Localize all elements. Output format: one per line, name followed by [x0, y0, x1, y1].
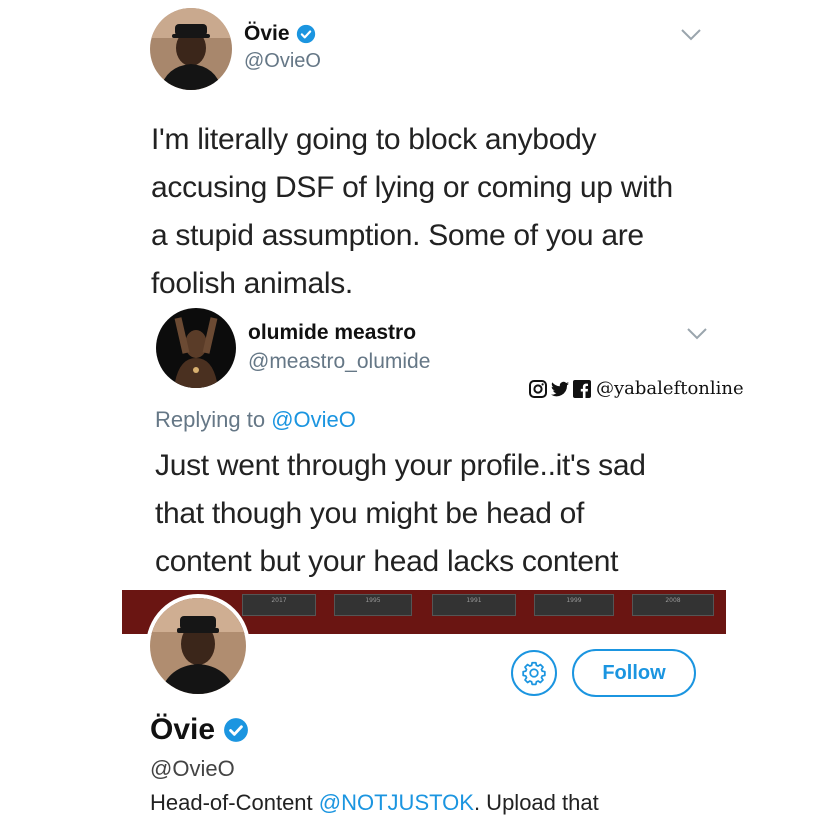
tweet-card-olumide: olumide meastro @meastro_olumide Replyin…: [130, 305, 720, 590]
profile-display-name: Övie: [150, 713, 249, 747]
tweet-line: content but your head lacks content: [155, 545, 619, 578]
banner-tile: 1995: [334, 594, 412, 616]
watermark: @yabaleftonline: [528, 378, 744, 399]
twitter-icon: [551, 381, 569, 396]
olumide-avatar[interactable]: [156, 308, 236, 388]
profile-name-text: Övie: [150, 713, 216, 746]
banner-tile: 2017: [242, 594, 316, 616]
tweet-body: I'm literally going to block anybody acc…: [151, 116, 673, 308]
replying-handle-link[interactable]: @OvieO: [271, 407, 356, 432]
tweet-line: accusing DSF of lying or coming up with: [151, 171, 673, 204]
gear-icon: [522, 661, 546, 686]
profile-bio: Head-of-Content @NOTJUSTOK. Upload that: [150, 790, 599, 816]
tweet-line: that though you might be head of: [155, 497, 585, 530]
reply-body: Just went through your profile..it's sad…: [155, 442, 646, 586]
ovie-display-name[interactable]: Övie: [244, 22, 316, 46]
tweet-line: I'm literally going to block anybody: [151, 123, 597, 156]
watermark-text: @yabaleftonline: [596, 378, 744, 399]
follow-button[interactable]: Follow: [572, 649, 696, 697]
facebook-icon: [573, 379, 591, 398]
verified-badge-icon: [296, 24, 315, 44]
profile-handle: @OvieO: [150, 756, 235, 781]
bio-suffix: . Upload that: [473, 790, 599, 815]
replying-to: Replying to @OvieO: [155, 407, 356, 433]
tweet-card-ovie: Övie @OvieO I'm literally going to block…: [130, 0, 720, 305]
banner-tile: 2008: [632, 594, 714, 616]
tweet-line: a stupid assumption. Some of you are: [151, 219, 644, 252]
olumide-display-name[interactable]: olumide meastro: [248, 321, 416, 345]
settings-button[interactable]: [511, 650, 557, 696]
chevron-down-icon[interactable]: [686, 327, 708, 341]
ovie-handle[interactable]: @OvieO: [244, 50, 321, 73]
chevron-down-icon[interactable]: [680, 28, 702, 42]
ovie-name-text: Övie: [244, 22, 290, 45]
profile-avatar[interactable]: [146, 594, 250, 698]
instagram-icon: [529, 379, 547, 398]
tweet-line: foolish animals.: [151, 267, 353, 300]
ovie-avatar[interactable]: [150, 8, 232, 90]
banner-tile: 1991: [432, 594, 516, 616]
verified-badge-icon: [224, 718, 248, 742]
olumide-name-text: olumide meastro: [248, 321, 417, 344]
banner-tile: 1999: [534, 594, 614, 616]
olumide-handle[interactable]: @meastro_olumide: [248, 350, 430, 374]
bio-prefix: Head-of-Content: [150, 790, 313, 815]
tweet-line: Just went through your profile..it's sad: [155, 449, 646, 482]
bio-mention-link[interactable]: @NOTJUSTOK: [319, 790, 474, 815]
replying-label: Replying to: [155, 407, 266, 432]
